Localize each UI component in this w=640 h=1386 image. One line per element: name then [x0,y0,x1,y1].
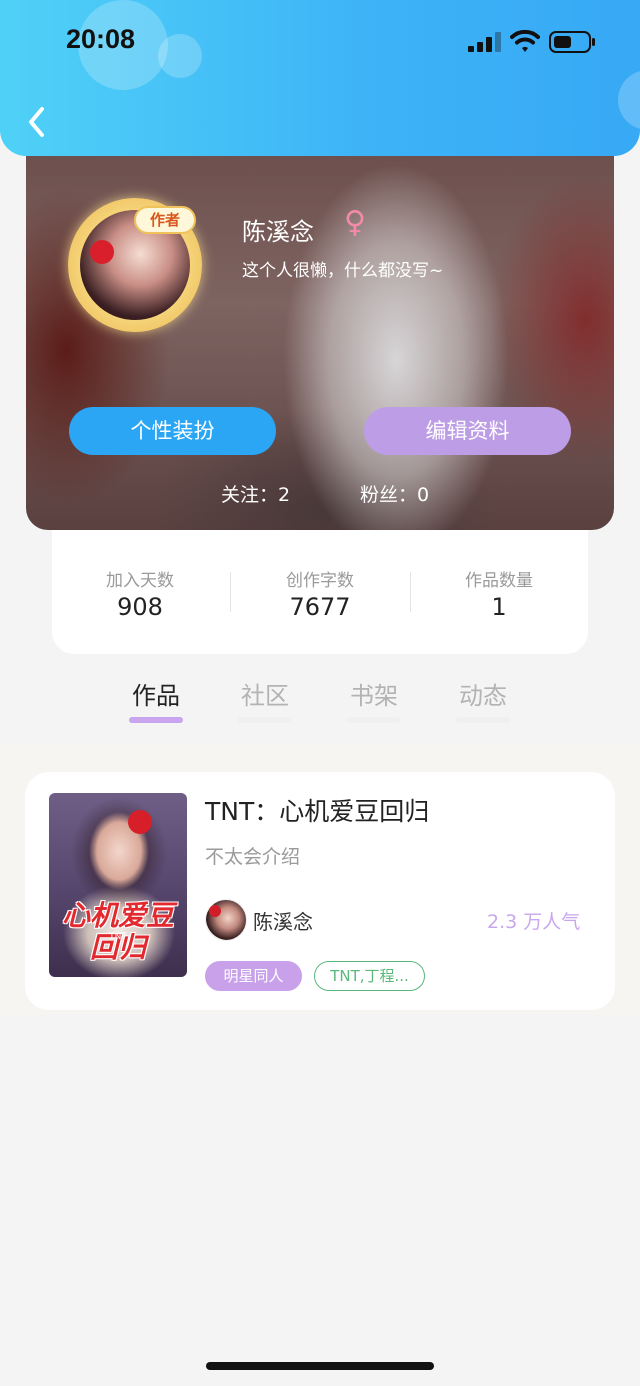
battery-icon [549,31,595,53]
tab-indicator [347,717,401,723]
cover-subtitle: TNT [109,932,127,942]
tab-indicator-active [129,717,183,723]
tab-activity[interactable]: 动态 [448,676,518,711]
cellular-signal-icon [468,32,502,52]
following-count[interactable]: 关注：2 [221,480,290,507]
tab-bookshelf[interactable]: 书架 [339,676,409,711]
tab-indicator [456,717,510,723]
back-button[interactable] [22,102,54,142]
female-icon: ♀ [344,205,366,240]
tab-indicator [238,717,292,723]
top-header: 20:08 [0,0,640,156]
flower-icon [209,905,221,917]
stat-value: 1 [491,593,507,621]
stat-divider [230,572,231,612]
stat-work-count: 作品数量 1 [429,566,569,621]
flower-icon [128,810,152,834]
flower-icon [90,240,114,264]
author-badge: 作者 [134,206,196,234]
edit-profile-button[interactable]: 编辑资料 [364,407,571,455]
work-description: 不太会介绍 [205,846,301,868]
work-author: 陈溪念 [253,910,313,934]
dress-up-button[interactable]: 个性装扮 [69,407,276,455]
stat-join-days: 加入天数 908 [70,566,210,621]
stat-divider [410,572,411,612]
stat-word-count: 创作字数 7677 [250,566,390,621]
stat-label: 创作字数 [286,571,354,591]
work-title[interactable]: TNT：心机爱豆回归 [205,792,429,828]
header-bubble-decoration [158,34,202,78]
chevron-left-icon [29,107,44,137]
tab-community[interactable]: 社区 [230,676,300,711]
stat-value: 908 [117,593,163,621]
profile-name: 陈溪念 [242,218,314,246]
profile-card: 作者 陈溪念 ♀ 这个人很懒，什么都没写~ 个性装扮 编辑资料 关注：2 粉丝：… [26,120,614,530]
tag-category[interactable]: 明星同人 [205,961,302,991]
home-indicator[interactable] [206,1362,434,1370]
stat-label: 加入天数 [106,571,174,591]
profile-bio: 这个人很懒，什么都没写~ [242,261,444,281]
wifi-icon [510,29,540,52]
status-time: 20:08 [66,24,136,54]
stat-label: 作品数量 [465,571,533,591]
tab-works[interactable]: 作品 [121,676,191,711]
work-popularity: 2.3 万人气 [487,911,581,933]
followers-count[interactable]: 粉丝：0 [360,480,429,507]
tag-characters[interactable]: TNT,丁程... [314,961,425,991]
stat-value: 7677 [289,593,351,621]
header-bubble-decoration [618,70,640,130]
